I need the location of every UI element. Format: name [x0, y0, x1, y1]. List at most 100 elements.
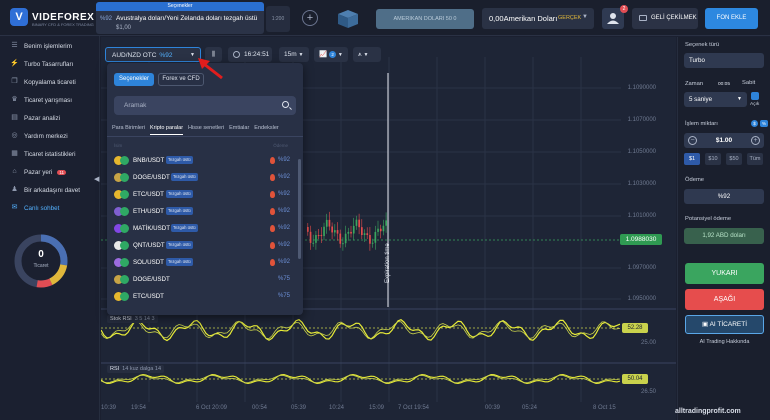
sidebar-item-statistics[interactable]: ▦ Ticaret istatistikleri [10, 148, 75, 160]
quick-amount-10[interactable]: $10 [705, 153, 721, 165]
usdt-icon [120, 258, 129, 267]
candle-body [385, 220, 387, 226]
left-sidebar: ☰ Benim işlemlerim ⚡ Turbo Tasarrufları ❐ K… [0, 36, 100, 420]
candle-body [309, 231, 312, 243]
usdt-icon [120, 241, 129, 250]
percent-toggle[interactable]: % [760, 120, 768, 127]
demo-account-button[interactable]: AMERIKAN DOLARI 50 0 [376, 9, 474, 29]
deposit-button[interactable]: FON EKLE [705, 8, 758, 29]
ai-trading-about-link[interactable]: AI Trading Hakkında [685, 339, 764, 345]
asset-row[interactable]: ETC/USDT Tezgah üstü %92 [112, 188, 292, 201]
sidebar-item-label: Turbo Tasarrufları [24, 60, 74, 68]
brand-tagline: BINARY CFD & FOREX TRADING [32, 22, 94, 27]
rsi-title[interactable]: RSI 14 kuz dalga 14 [107, 365, 165, 373]
quick-amount-all[interactable]: Tüm [747, 153, 763, 165]
sidebar-item-live-chat[interactable]: ✉ Canlı sohbet [10, 202, 60, 214]
sidebar-item-competition[interactable]: ♛ Ticaret yarışması [10, 94, 72, 106]
candle-body [369, 235, 371, 244]
stoch-rsi-title[interactable]: Stok RSI 3 5 14 3 [107, 315, 158, 323]
time-label: 00:39 [485, 405, 501, 411]
ai-trading-button[interactable]: ▣ AI TİCARETİ [685, 315, 764, 334]
sidebar-item-copy-trading[interactable]: ❐ Kopyalama ticareti [10, 76, 75, 88]
account-type: GERÇEK [558, 15, 582, 21]
asset-row[interactable]: QNT/USDT Tezgah üstü %92 [112, 239, 292, 252]
candle-body [325, 219, 328, 227]
withdraw-label: GELİ ÇEKİLMEK [651, 15, 697, 21]
indicators-button[interactable]: 📈 2 ▼ [314, 47, 348, 62]
asset-row[interactable]: DOGE/USDT Tezgah üstü %92 [112, 171, 292, 184]
drawing-icon: ⩚ [358, 51, 362, 58]
collapse-sidebar-icon[interactable]: ◀ [94, 175, 99, 183]
asset-pair-pct: %92 [159, 52, 173, 59]
plus-icon[interactable]: + [751, 136, 760, 145]
server-time-value: 16:24:51 [244, 51, 270, 58]
candle-body [328, 219, 331, 227]
asset-payout: %92 [278, 174, 291, 180]
market-icon: ⌂ [12, 168, 17, 175]
usdt-icon [120, 275, 129, 284]
sidebar-item-analysis[interactable]: ▤ Pazar analizi [10, 112, 60, 124]
asset-search-input[interactable]: Aramak [114, 96, 296, 115]
segment-options[interactable]: Seçenekler [114, 73, 154, 86]
minus-icon[interactable]: − [688, 136, 697, 145]
timeframe-selector[interactable]: 15m ▼ [279, 47, 309, 62]
rsi-params: 14 kuz dalga 14 [122, 366, 162, 372]
sidebar-item-label: Canlı sohbet [24, 204, 60, 212]
expiry-selector[interactable]: 5 saniye ▼ [684, 92, 747, 107]
fire-icon [270, 225, 275, 232]
fixed-toggle[interactable] [751, 92, 759, 100]
rsi-level: 26.50 [640, 389, 656, 395]
drawing-tools-button[interactable]: ⩚ ▼ [353, 47, 381, 62]
sidebar-item-turbo[interactable]: ⚡ Turbo Tasarrufları [10, 58, 73, 70]
dropdown-scrollbar[interactable] [298, 159, 301, 259]
usdt-icon [120, 173, 129, 182]
withdraw-button[interactable]: GELİ ÇEKİLMEK [632, 8, 698, 29]
trades-count: 0 [38, 249, 44, 260]
gift-box-icon[interactable] [330, 6, 366, 30]
asset-name: QNT/USDT [133, 242, 165, 249]
fire-icon [270, 259, 275, 266]
quick-amount-50[interactable]: $50 [726, 153, 742, 165]
candle-body [344, 233, 347, 244]
asset-row[interactable]: ETH/USDT Tezgah üstü %92 [112, 205, 292, 218]
notification-badge[interactable]: 2 [620, 5, 628, 13]
tab-stocks[interactable]: Hisse senetleri [188, 125, 224, 135]
asset-row[interactable]: ETC/USDT %75 [112, 290, 292, 303]
asset-row[interactable]: SOL/USDT Tezgah üstü %92 [112, 256, 292, 269]
tab-commodities[interactable]: Emtialar [229, 125, 249, 135]
otc-badge: Tezgah üstü [171, 224, 198, 232]
price-level: 1.1050000 [627, 149, 656, 155]
tab-currencies[interactable]: Para Birimleri [112, 125, 145, 135]
sidebar-item-invite[interactable]: ♟ Bir arkadaşını davet [10, 184, 80, 196]
asset-name: ETH/USDT [133, 208, 164, 215]
rsi-name: RSI [110, 366, 120, 372]
add-tab-icon[interactable]: + [302, 10, 318, 26]
tab-indices[interactable]: Endeksler [254, 125, 278, 135]
down-button[interactable]: AŞAĞI [685, 289, 764, 310]
red-arrow-icon [198, 58, 223, 80]
sidebar-item-my-trades[interactable]: ☰ Benim işlemlerim [10, 40, 72, 52]
timeframe-value: 15m [284, 51, 297, 58]
chevron-down-icon: ▼ [337, 52, 343, 58]
asset-row[interactable]: BNB/USDT Tezgah üstü %92 [112, 154, 292, 167]
ai-icon: ▣ [701, 321, 710, 328]
asset-row[interactable]: DOGE/USDT %75 [112, 273, 292, 286]
time-label: 15:09 [369, 405, 385, 411]
tab-crypto[interactable]: Kripto paralar [150, 125, 184, 135]
asset-name: ETC/USDT [133, 293, 164, 300]
sidebar-item-marketplace[interactable]: ⌂ Pazar yeri 11 [10, 166, 67, 178]
option-type-field[interactable]: Turbo [684, 53, 764, 68]
second-asset-tab[interactable]: 1:200 [266, 6, 290, 32]
account-selector[interactable]: 0,00Amerikan Doları GERÇEK ▼ [482, 8, 594, 29]
amount-field[interactable]: − $1.00 + [684, 133, 764, 148]
quick-amount-1[interactable]: $1 [684, 153, 700, 165]
info-icon[interactable]: $ [751, 120, 758, 127]
sidebar-item-help[interactable]: ◎ Yardım merkezi [10, 130, 67, 142]
asset-row[interactable]: MATİK/USDT Tezgah üstü %92 [112, 222, 292, 235]
active-asset-tab[interactable]: Seçenekler %92 Avustralya doları/Yeni Ze… [96, 2, 264, 34]
chevron-down-icon: ▼ [190, 52, 195, 58]
candle-body [361, 227, 363, 236]
asset-selector[interactable]: AUD/NZD OTC %92 ▼ [105, 47, 201, 62]
up-button[interactable]: YUKARI [685, 263, 764, 284]
ai-trading-label: AI TİCARETİ [709, 321, 748, 328]
